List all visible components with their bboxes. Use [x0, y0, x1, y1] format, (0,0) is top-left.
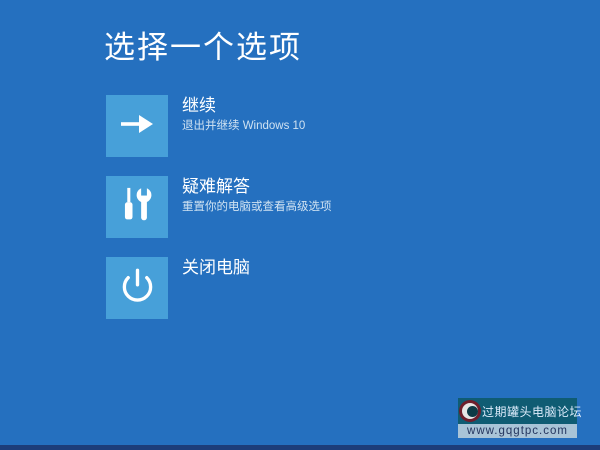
option-continue-label: 继续 [182, 95, 305, 116]
winre-choose-option-screen: 选择一个选项 继续 退出并继续 Windows 10 [0, 0, 600, 450]
option-turn-off-label: 关闭电脑 [182, 257, 250, 278]
option-continue-subtitle: 退出并继续 Windows 10 [182, 119, 305, 133]
option-turn-off-pc[interactable]: 关闭电脑 [106, 257, 332, 319]
troubleshoot-tile [106, 176, 168, 238]
power-icon [120, 268, 155, 308]
forum-watermark: 过期罐头电脑论坛 www.gqgtpc.com [458, 398, 577, 438]
tools-icon [119, 185, 155, 230]
forum-url: www.gqgtpc.com [467, 425, 568, 437]
turn-off-tile [106, 257, 168, 319]
continue-tile [106, 95, 168, 157]
option-troubleshoot[interactable]: 疑难解答 重置你的电脑或查看高级选项 [106, 176, 332, 238]
forum-logo-icon [459, 400, 481, 422]
arrow-right-icon [119, 111, 156, 142]
option-troubleshoot-label: 疑难解答 [182, 176, 332, 197]
option-continue[interactable]: 继续 退出并继续 Windows 10 [106, 95, 332, 157]
bottom-edge-strip [0, 445, 600, 450]
page-title: 选择一个选项 [104, 28, 302, 68]
options-list: 继续 退出并继续 Windows 10 [106, 95, 332, 338]
forum-name: 过期罐头电脑论坛 [482, 403, 582, 420]
option-troubleshoot-subtitle: 重置你的电脑或查看高级选项 [182, 200, 332, 214]
